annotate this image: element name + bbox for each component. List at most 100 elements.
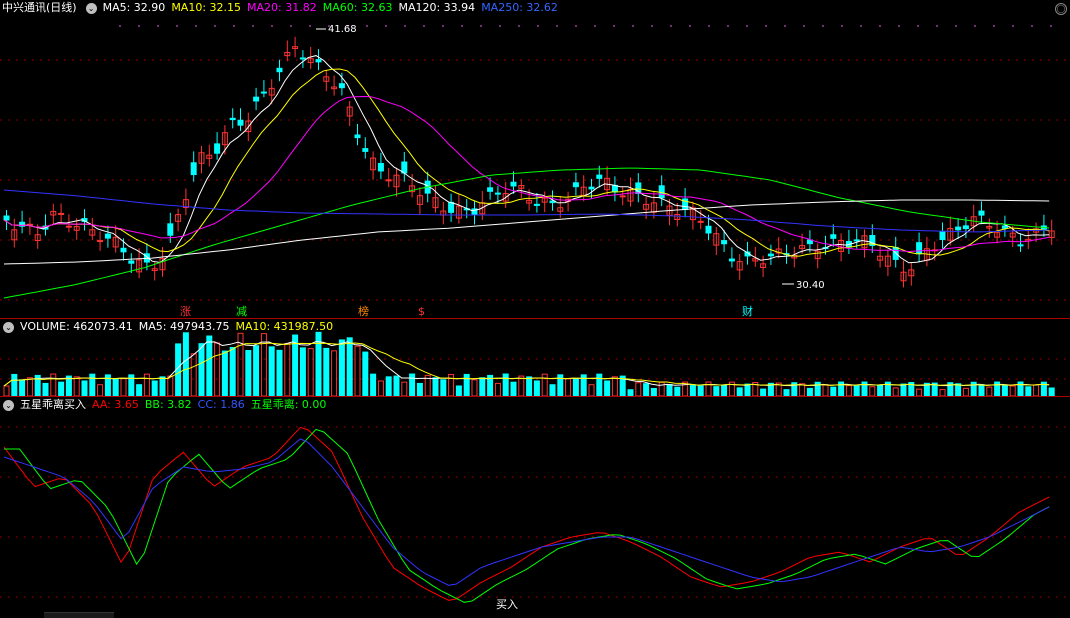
volume-bar xyxy=(760,388,767,396)
marker-dot xyxy=(176,25,178,27)
volume-bar xyxy=(416,382,423,396)
stock-name: 中兴通讯(日线) xyxy=(2,1,77,14)
volume-legend: ⌄ VOLUME: 462073.41 MA5: 497943.75 MA10:… xyxy=(0,319,339,335)
volume-bar xyxy=(502,373,509,396)
oscillator-chart[interactable] xyxy=(0,397,1070,612)
candle xyxy=(510,181,517,187)
volume-bar xyxy=(354,345,361,396)
marker-dot xyxy=(518,25,520,27)
candle xyxy=(705,225,712,234)
candle xyxy=(190,162,197,176)
volume-bar xyxy=(11,373,18,396)
volume-bar xyxy=(42,382,49,396)
volume-bar xyxy=(401,381,408,396)
candle xyxy=(58,212,65,215)
volume-bar xyxy=(58,381,65,396)
marker-dot xyxy=(271,25,273,27)
candle xyxy=(448,201,455,213)
volume-bar xyxy=(549,384,556,396)
candle xyxy=(572,182,579,188)
volume-bar xyxy=(806,387,813,396)
ma20-label: MA20: 31.82 xyxy=(247,1,317,14)
volume-bar xyxy=(26,377,33,396)
volume-bar xyxy=(986,386,993,396)
volume-bar xyxy=(596,373,603,396)
volume-bar xyxy=(635,382,642,396)
marker-dot xyxy=(879,25,881,27)
marker-dot xyxy=(860,25,862,27)
volume-bar xyxy=(463,373,470,396)
candle xyxy=(65,225,72,228)
indicator-legend: ⌄ 五星乖离买入 AA: 3.65 BB: 3.82 CC: 1.86 五星乖离… xyxy=(0,397,332,413)
marker-dot xyxy=(993,25,995,27)
volume-bar xyxy=(338,339,345,396)
candle xyxy=(338,83,345,89)
marker-dot xyxy=(461,25,463,27)
aa-line xyxy=(3,426,1050,601)
volume-bar xyxy=(978,384,985,396)
volume-bar xyxy=(214,342,221,396)
event-marker: 减 xyxy=(236,305,247,318)
marker-dot xyxy=(195,25,197,27)
candle xyxy=(377,162,384,172)
volume-bar xyxy=(284,343,291,396)
chevron-down-icon[interactable]: ⌄ xyxy=(3,399,14,411)
event-marker: 榜 xyxy=(358,304,369,318)
marker-dot xyxy=(803,25,805,27)
volume-bar xyxy=(853,385,860,396)
price-panel[interactable]: 中兴通讯(日线) ⌄ MA5: 32.90 MA10: 32.15 MA20: … xyxy=(0,0,1070,318)
volume-bar xyxy=(151,380,158,396)
candle xyxy=(260,91,267,94)
candle xyxy=(354,134,361,139)
price-legend: 中兴通讯(日线) ⌄ MA5: 32.90 MA10: 32.15 MA20: … xyxy=(0,0,564,16)
volume-bar xyxy=(377,380,384,396)
ma250-label: MA250: 32.62 xyxy=(481,1,558,14)
volume-bar xyxy=(650,387,657,396)
marker-dot xyxy=(309,25,311,27)
chevron-down-icon[interactable]: ⌄ xyxy=(85,2,97,14)
candle xyxy=(533,203,540,206)
candle xyxy=(237,119,244,126)
volume-bar xyxy=(409,373,416,396)
volume-bar xyxy=(674,386,681,396)
ma250-line xyxy=(3,189,1050,233)
indicator-panel[interactable]: ⌄ 五星乖离买入 AA: 3.65 BB: 3.82 CC: 1.86 五星乖离… xyxy=(0,397,1070,612)
volume-bar xyxy=(916,388,923,396)
marker-dot xyxy=(955,25,957,27)
ma10-label: MA10: 32.15 xyxy=(171,1,242,14)
volume-bar xyxy=(89,373,96,396)
candle xyxy=(104,233,111,239)
volume-bar xyxy=(744,383,751,396)
volume-bar xyxy=(697,385,704,396)
volume-bar xyxy=(198,343,205,396)
marker-dot xyxy=(1012,25,1014,27)
volume-bar xyxy=(845,385,852,396)
volume-bar xyxy=(962,387,969,396)
volume-bar xyxy=(721,384,728,396)
volume-bar xyxy=(292,334,299,396)
volume-bar xyxy=(432,377,439,396)
volume-bar xyxy=(479,377,486,396)
marker-dot xyxy=(575,25,577,27)
marker-dot xyxy=(765,25,767,27)
candle xyxy=(276,67,283,73)
candle xyxy=(229,117,236,121)
time-axis xyxy=(0,612,1070,618)
volume-panel[interactable]: ⌄ VOLUME: 462073.41 MA5: 497943.75 MA10:… xyxy=(0,319,1070,396)
ma120-line xyxy=(3,199,1050,265)
candle xyxy=(315,59,322,63)
volume-bar xyxy=(206,335,213,396)
candlestick-chart[interactable]: 41.68 30.40 涨 减 榜 $ 财 xyxy=(0,0,1070,318)
event-marker: $ xyxy=(418,305,425,318)
chevron-down-icon[interactable]: ⌄ xyxy=(3,321,14,333)
marker-dot xyxy=(689,25,691,27)
volume-bar xyxy=(190,353,197,396)
volume-bar xyxy=(362,351,369,396)
volume-bar xyxy=(245,350,252,396)
wuxing-label: 五星乖离: 0.00 xyxy=(250,398,327,411)
volume-bar xyxy=(533,380,540,396)
volume-bar xyxy=(510,381,517,396)
candle xyxy=(214,143,221,154)
marker-dot xyxy=(613,25,615,27)
volume-bar xyxy=(229,347,236,396)
